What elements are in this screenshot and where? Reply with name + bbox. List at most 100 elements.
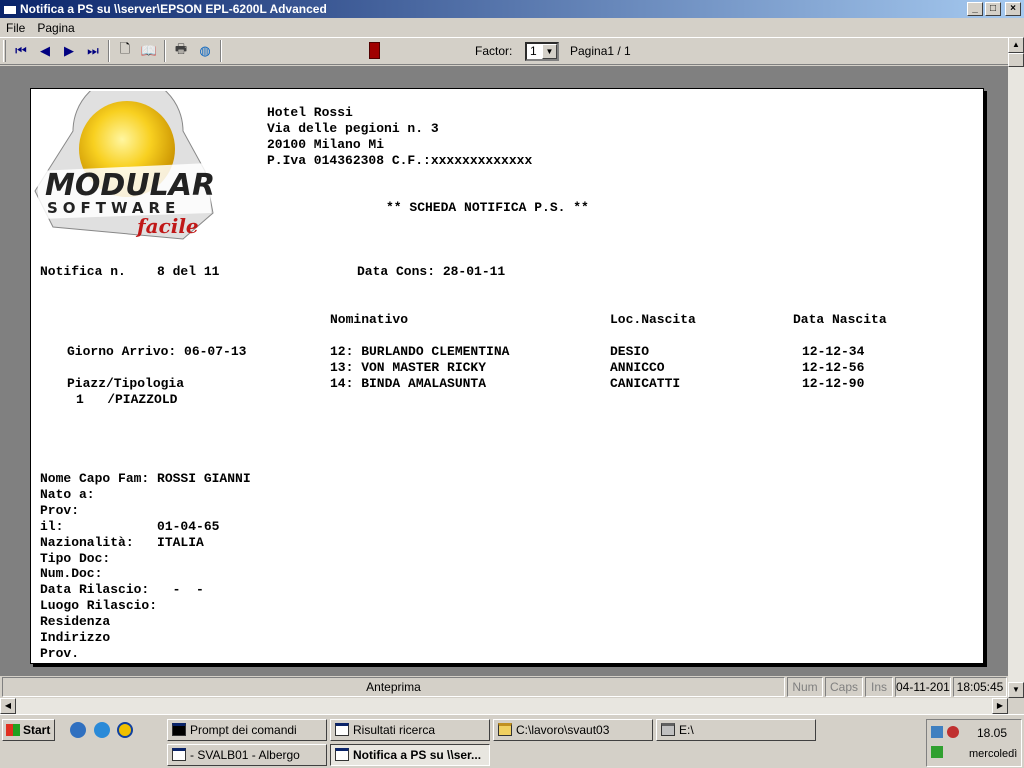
window-icon bbox=[335, 748, 349, 761]
guest-place: CANICATTI bbox=[610, 376, 681, 391]
last-page-icon[interactable]: ⏭ bbox=[81, 40, 105, 62]
clock-day: mercoledì bbox=[969, 748, 1018, 760]
detail-line: il: 01-04-65 bbox=[40, 519, 220, 534]
guest-name: 12: BURLANDO CLEMENTINA bbox=[330, 344, 510, 359]
menu-file[interactable]: File bbox=[0, 21, 31, 35]
column-loc-nascita: Loc.Nascita bbox=[610, 312, 696, 327]
scroll-up-button[interactable]: ▲ bbox=[1008, 37, 1024, 53]
page-indicator: Pagina1 / 1 bbox=[570, 44, 631, 58]
start-button[interactable]: Start bbox=[2, 719, 55, 741]
guest-place: DESIO bbox=[610, 344, 650, 359]
windows-flag-icon bbox=[6, 724, 20, 736]
giorno-arrivo: Giorno Arrivo: 06-07-13 bbox=[67, 344, 247, 359]
piazz-label: Piazz/Tipologia bbox=[67, 376, 185, 391]
toolbar-grip bbox=[3, 40, 6, 62]
factor-label: Factor: bbox=[475, 44, 513, 58]
scroll-left-button[interactable]: ◀ bbox=[0, 698, 16, 714]
guest-name: 14: BINDA AMALASUNTA bbox=[330, 376, 487, 391]
start-label: Start bbox=[23, 723, 51, 737]
hotel-name: Hotel Rossi bbox=[267, 105, 353, 120]
console-icon bbox=[172, 723, 186, 736]
guest-date: 12-12-34 bbox=[802, 344, 865, 359]
minimize-button[interactable]: _ bbox=[967, 2, 983, 16]
horizontal-scrollbar[interactable]: ◀ ▶ bbox=[0, 698, 1008, 714]
two-pages-icon[interactable]: 📖 bbox=[137, 40, 161, 62]
detail-line: Prov. bbox=[40, 646, 80, 661]
hotel-address: Via delle pegioni n. 3 bbox=[267, 121, 439, 136]
vertical-scrollbar[interactable]: ▲ ▼ bbox=[1008, 37, 1024, 698]
detail-line: Luogo Rilascio: bbox=[40, 598, 158, 613]
maximize-button[interactable]: □ bbox=[985, 2, 1001, 16]
previous-page-icon[interactable]: ◀ bbox=[33, 40, 57, 62]
browser-quicklaunch-icon[interactable] bbox=[70, 722, 86, 738]
detail-line: Num.Doc: bbox=[40, 566, 103, 581]
first-page-icon[interactable]: ⏮ bbox=[9, 40, 33, 62]
status-time: 18:05:45 bbox=[953, 677, 1007, 697]
taskbar: Start Prompt dei comandi Risultati ricer… bbox=[0, 714, 1024, 768]
toolbar-separator bbox=[220, 40, 222, 62]
search-results-icon bbox=[335, 723, 349, 736]
scroll-right-button[interactable]: ▶ bbox=[992, 698, 1008, 714]
data-cons: Data Cons: 28-01-11 bbox=[357, 264, 506, 279]
window-title: Notifica a PS su \\server\EPSON EPL-6200… bbox=[20, 2, 327, 16]
window-icon bbox=[172, 748, 186, 761]
task-svalb01-albergo[interactable]: - SVALB01 - Albergo bbox=[167, 744, 327, 766]
task-prompt-comandi[interactable]: Prompt dei comandi bbox=[167, 719, 327, 741]
status-ins: Ins bbox=[865, 677, 893, 697]
menu-bar: File Pagina bbox=[0, 18, 1024, 37]
toolbar-separator bbox=[164, 40, 166, 62]
task-drive-e[interactable]: E:\ bbox=[656, 719, 816, 741]
network-icon[interactable] bbox=[931, 726, 943, 738]
guest-date: 12-12-56 bbox=[802, 360, 865, 375]
scroll-down-button[interactable]: ▼ bbox=[1008, 682, 1024, 698]
single-page-icon[interactable]: 🗋 bbox=[113, 40, 137, 62]
scroll-thumb[interactable] bbox=[1008, 53, 1024, 67]
detail-line: Data Rilascio: - - bbox=[40, 582, 204, 597]
factor-select[interactable]: 1 ▼ bbox=[525, 42, 559, 61]
column-data-nascita: Data Nascita bbox=[793, 312, 887, 327]
system-tray: 18.05 mercoledì bbox=[926, 719, 1022, 767]
task-notifica-ps[interactable]: Notifica a PS su \\ser... bbox=[330, 744, 490, 766]
media-player-icon[interactable] bbox=[117, 722, 133, 738]
document-title: ** SCHEDA NOTIFICA P.S. ** bbox=[386, 200, 589, 215]
chevron-down-icon[interactable]: ▼ bbox=[542, 44, 557, 59]
title-bar: Notifica a PS su \\server\EPSON EPL-6200… bbox=[0, 0, 1024, 18]
security-icon[interactable] bbox=[947, 726, 959, 738]
close-button[interactable]: × bbox=[1005, 2, 1021, 16]
factor-value: 1 bbox=[530, 44, 537, 58]
guest-date: 12-12-90 bbox=[802, 376, 865, 391]
folder-icon bbox=[498, 723, 512, 736]
update-icon[interactable] bbox=[931, 746, 943, 758]
status-date: 04-11-2015 bbox=[895, 677, 951, 697]
status-main: Anteprima bbox=[2, 677, 785, 697]
hotel-vat: P.Iva 014362308 C.F.:xxxxxxxxxxxxx bbox=[267, 153, 533, 168]
drive-icon bbox=[661, 723, 675, 736]
notifica-number: Notifica n. 8 del 11 bbox=[40, 264, 220, 279]
internet-explorer-icon[interactable] bbox=[94, 722, 110, 738]
detail-line: Residenza bbox=[40, 614, 111, 629]
task-risultati-ricerca[interactable]: Risultati ricerca bbox=[330, 719, 490, 741]
toolbar-separator bbox=[108, 40, 110, 62]
detail-line: Indirizzo bbox=[40, 630, 111, 645]
next-page-icon[interactable]: ▶ bbox=[57, 40, 81, 62]
printer-icon[interactable]: 🖶 bbox=[169, 40, 193, 62]
guest-place: ANNICCO bbox=[610, 360, 665, 375]
preview-area: MODULAR SOFTWARE facile Hotel Rossi Via … bbox=[0, 66, 1008, 676]
guest-name: 13: VON MASTER RICKY bbox=[330, 360, 487, 375]
globe-export-icon[interactable]: ◍ bbox=[193, 40, 217, 62]
column-nominativo: Nominativo bbox=[330, 312, 409, 327]
exit-door-icon[interactable] bbox=[369, 42, 380, 59]
modular-software-logo: MODULAR SOFTWARE facile bbox=[34, 91, 215, 240]
status-bar: Anteprima Num Caps Ins 04-11-2015 18:05:… bbox=[0, 676, 1008, 698]
print-page: MODULAR SOFTWARE facile Hotel Rossi Via … bbox=[30, 88, 984, 664]
hotel-city: 20100 Milano Mi bbox=[267, 137, 385, 152]
detail-line: Tipo Doc: bbox=[40, 551, 111, 566]
menu-pagina[interactable]: Pagina bbox=[31, 21, 80, 35]
detail-line: Nome Capo Fam: ROSSI GIANNI bbox=[40, 471, 251, 486]
app-icon bbox=[3, 3, 17, 15]
status-caps: Caps bbox=[825, 677, 863, 697]
status-num: Num bbox=[787, 677, 823, 697]
detail-line: Nazionalità: ITALIA bbox=[40, 535, 204, 550]
task-folder-svaut03[interactable]: C:\lavoro\svaut03 bbox=[493, 719, 653, 741]
clock-time[interactable]: 18.05 bbox=[977, 726, 1007, 740]
